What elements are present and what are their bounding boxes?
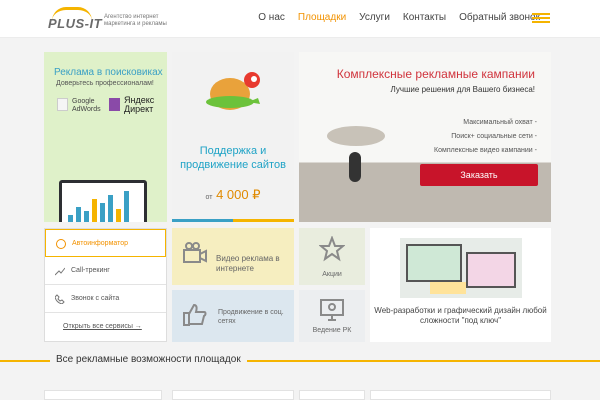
web-mockup-image — [400, 238, 522, 298]
search-ads-title: Реклама в поисковиках — [54, 67, 163, 78]
nav-item-about[interactable]: О нас — [258, 12, 285, 23]
main-nav: О нас Площадки Услуги Контакты Обратный … — [258, 12, 540, 23]
card-search-ads[interactable]: Реклама в поисковиках Доверьтесь професс… — [44, 52, 167, 222]
star-icon — [319, 236, 345, 262]
chart-line-icon — [55, 267, 65, 276]
card-seo[interactable]: Поддержка и продвижение сайтов от 4 000 … — [172, 52, 294, 222]
bottom-card — [299, 390, 365, 400]
card-campaigns: Комплексные рекламные кампании Лучшие ре… — [299, 52, 551, 222]
menu-icon[interactable] — [532, 13, 550, 24]
card-promo[interactable]: Акции — [299, 228, 365, 285]
monitor-icon — [320, 299, 344, 321]
nav-item-platforms[interactable]: Площадки — [298, 12, 346, 23]
divider-right — [240, 360, 600, 362]
bottom-card — [172, 390, 294, 400]
card-social[interactable]: Продвижение в соц. сетях — [172, 290, 294, 342]
service-label: Автоинформатор — [72, 240, 129, 247]
ant-image — [349, 152, 361, 182]
thumbs-up-icon — [183, 303, 207, 326]
google-adwords-icon — [57, 98, 68, 111]
google-adwords-label: Google AdWords — [72, 98, 101, 113]
card-pk[interactable]: Ведение РК — [299, 290, 365, 342]
campaigns-title: Комплексные рекламные кампании — [336, 67, 535, 81]
color-stripe — [172, 219, 294, 222]
seo-title: Поддержка и продвижение сайтов — [180, 145, 286, 171]
monitor-chart-icon — [59, 180, 147, 222]
video-camera-icon — [183, 242, 207, 263]
campaigns-list-item: Поиск+ социальные сети - — [451, 133, 537, 140]
all-services-link[interactable]: Открыть все сервисы → — [45, 313, 166, 341]
stone-image — [327, 126, 385, 146]
service-call-tracking[interactable]: Call-трекинг — [45, 257, 166, 285]
card-video-ads[interactable]: Видео реклама в интернете — [172, 228, 294, 285]
nav-item-services[interactable]: Услуги — [359, 12, 390, 23]
seo-price-value: 4 000 ₽ — [216, 187, 261, 202]
seo-price-prefix: от — [205, 194, 213, 201]
service-callback[interactable]: Звонок с сайта — [45, 285, 166, 313]
logo[interactable]: PLUS-IT Агентство интернет маркетинга и … — [44, 6, 167, 32]
section-title: Все рекламные возможности площадок — [50, 354, 247, 365]
nav-item-callback[interactable]: Обратный звонок — [459, 12, 540, 23]
logo-text: PLUS-IT — [48, 16, 103, 31]
services-panel: Автоинформатор Call-трекинг Звонок с сай… — [44, 228, 167, 342]
pk-label: Ведение РК — [312, 327, 352, 334]
campaigns-list-item: Максимальный охват - — [463, 119, 537, 126]
promo-label: Акции — [322, 271, 342, 278]
phone-icon — [55, 294, 65, 304]
header: PLUS-IT Агентство интернет маркетинга и … — [0, 0, 600, 38]
logo-tagline: Агентство интернет маркетинга и рекламы — [104, 14, 167, 27]
campaigns-subtitle: Лучшие решения для Вашего бизнеса! — [390, 85, 536, 94]
service-label: Call-трекинг — [71, 267, 110, 274]
turtle-icon — [206, 72, 260, 110]
video-ads-label: Видео реклама в интернете — [216, 254, 280, 273]
yandex-direct-label: Яндекс Директ — [124, 95, 155, 114]
bottom-card — [44, 390, 162, 400]
order-button[interactable]: Заказать — [420, 164, 538, 186]
card-web-dev[interactable]: Web-разработки и графический дизайн любо… — [370, 228, 551, 342]
seo-price: от 4 000 ₽ — [172, 187, 294, 203]
yandex-direct-icon — [109, 98, 120, 111]
campaigns-list: Максимальный охват - Поиск+ социальные с… — [434, 116, 537, 158]
info-circle-icon — [56, 239, 66, 249]
campaigns-list-item: Комплексные видео кампании - — [434, 147, 537, 154]
bottom-card — [370, 390, 551, 400]
service-autoinformer[interactable]: Автоинформатор — [45, 229, 166, 257]
social-label: Продвижение в соц. сетях — [218, 309, 284, 325]
service-label: Звонок с сайта — [71, 295, 120, 302]
web-dev-label: Web-разработки и графический дизайн любо… — [374, 306, 547, 325]
section-header: Все рекламные возможности площадок — [0, 354, 600, 368]
nav-item-contacts[interactable]: Контакты — [403, 12, 446, 23]
search-ads-subtitle: Доверьтесь профессионалам! — [56, 80, 154, 87]
divider-left — [0, 360, 50, 362]
